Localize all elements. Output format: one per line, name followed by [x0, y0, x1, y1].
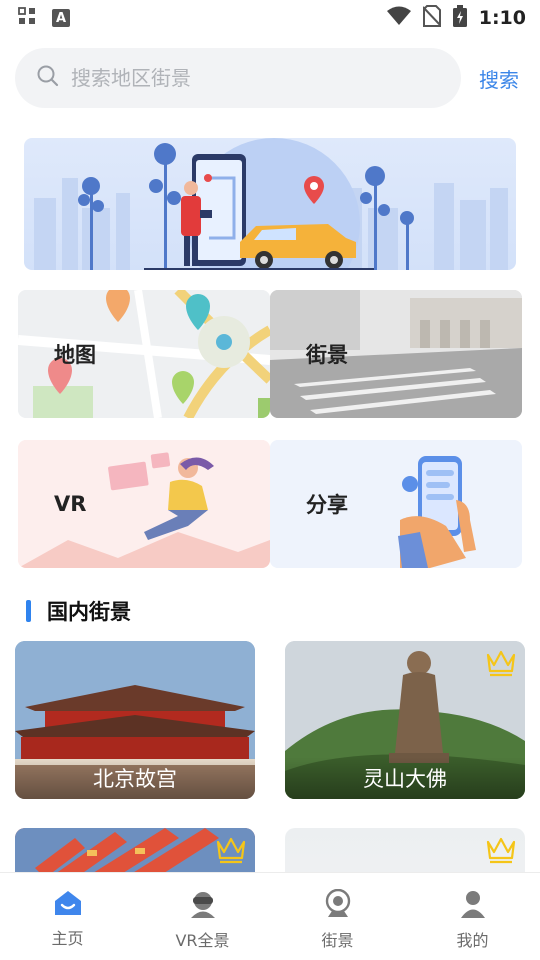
share-tile-label: 分享 [306, 493, 348, 517]
search-box[interactable] [15, 48, 461, 108]
card-label: 灵山大佛 [285, 757, 525, 799]
clock: 1:10 [478, 7, 526, 29]
premium-crown-icon [215, 836, 247, 868]
nav-street-view-label: 街景 [321, 931, 354, 950]
share-tile[interactable]: 分享 [270, 440, 522, 568]
vr-panorama-icon [188, 889, 218, 923]
section-heading: 国内街景 [26, 596, 131, 626]
nav-vr-panorama-label: VR全景 [175, 931, 230, 950]
app-grid-icon [18, 7, 36, 29]
premium-crown-icon [485, 836, 517, 868]
map-tile[interactable]: 地图 [18, 290, 270, 418]
profile-icon [458, 889, 488, 923]
banner-illustration [34, 138, 508, 270]
bottom-navigation: 主页 VR全景 街景 我的 [0, 872, 540, 960]
banner-image[interactable] [24, 138, 516, 270]
search-icon [37, 65, 59, 91]
notification-a-icon: A [52, 9, 70, 27]
nav-home-label: 主页 [51, 929, 84, 948]
vr-tile[interactable]: VR [18, 440, 270, 568]
map-tile-label: 地图 [54, 343, 96, 367]
home-icon [53, 889, 83, 921]
scenic-card-lingshan-buddha[interactable]: 灵山大佛 [285, 641, 525, 799]
status-right: 1:10 [386, 5, 526, 31]
street-view-tile[interactable]: 街景 [270, 290, 522, 418]
search-row: 搜索 [15, 48, 525, 108]
street-camera-icon [323, 888, 353, 923]
no-sim-icon [422, 5, 442, 31]
battery-charging-icon [452, 5, 467, 31]
section-title: 国内街景 [47, 600, 131, 624]
status-bar: A 1:10 [0, 0, 540, 36]
search-button[interactable]: 搜索 [479, 64, 525, 93]
nav-profile-label: 我的 [456, 931, 489, 950]
street-view-tile-label: 街景 [306, 343, 348, 367]
vr-tile-label: VR [54, 492, 87, 516]
nav-street-view[interactable]: 街景 [270, 873, 405, 960]
wifi-icon [386, 6, 411, 30]
section-accent-bar [26, 600, 31, 622]
premium-crown-icon [485, 649, 517, 681]
status-left: A [18, 7, 70, 29]
nav-vr-panorama[interactable]: VR全景 [135, 873, 270, 960]
nav-profile[interactable]: 我的 [405, 873, 540, 960]
scenic-card-forbidden-city[interactable]: 北京故宫 [15, 641, 255, 799]
card-label: 北京故宫 [15, 757, 255, 799]
nav-home[interactable]: 主页 [0, 873, 135, 960]
search-input[interactable] [71, 66, 431, 90]
